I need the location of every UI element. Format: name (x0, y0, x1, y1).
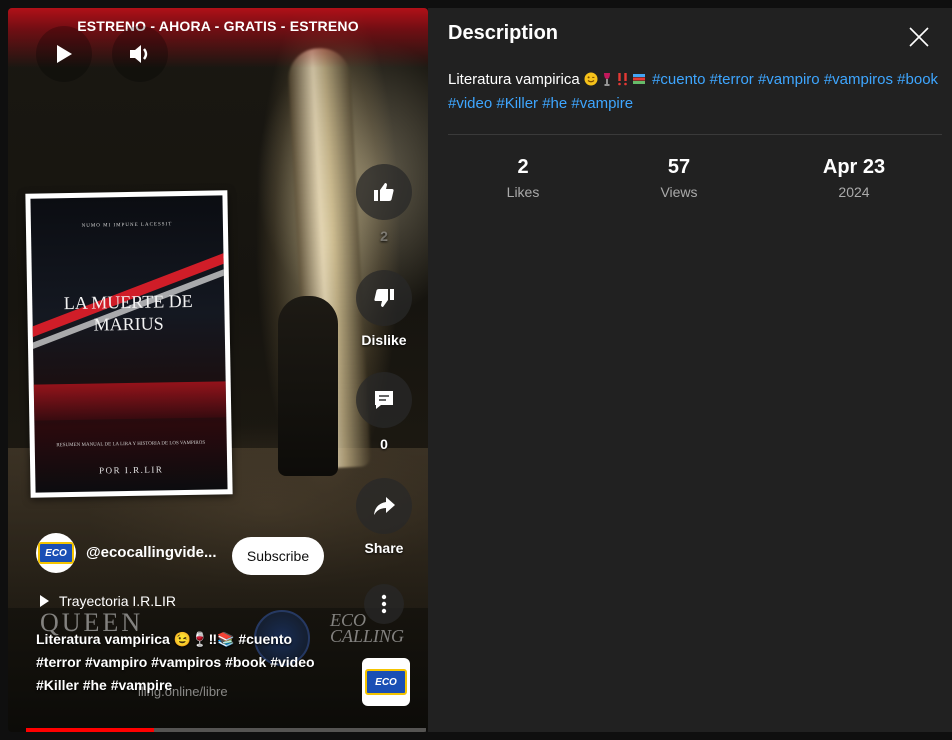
exclamation-emoji-icon (618, 73, 627, 86)
stat-date-label: 2024 (838, 184, 870, 200)
stat-date: Apr 23 2024 (804, 156, 904, 200)
url-overlay: lling.online/libre (138, 684, 228, 699)
playlist-link[interactable]: Trayectoria I.R.LIR (40, 593, 176, 609)
book-subtitle: RESUMEN MANUAL DE LA LIRA Y HISTORIA DE … (56, 440, 206, 449)
avatar-logo-text: ECO (45, 547, 67, 559)
video-player[interactable]: ESTRENO - AHORA - GRATIS - ESTRENO NUMO … (8, 8, 428, 732)
dislike-button[interactable] (356, 270, 412, 326)
play-button[interactable] (36, 26, 92, 82)
description-plain: Literatura vampirica (448, 71, 580, 88)
book-reflection (33, 381, 227, 421)
wine-emoji-icon (603, 73, 610, 86)
eco-logo-icon: ECO (365, 669, 407, 695)
stat-likes-value: 2 (517, 156, 529, 178)
channel-avatar[interactable]: ECO (36, 533, 76, 573)
volume-icon (130, 45, 148, 63)
shorts-page: ESTRENO - AHORA - GRATIS - ESTRENO NUMO … (0, 0, 952, 740)
share-label: Share (364, 540, 404, 556)
like-count: 2 (380, 228, 388, 244)
book-title: LA MUERTE DE MARIUS (63, 290, 193, 335)
description-panel: Description Literatura vampirica #cuento… (428, 8, 952, 732)
comment-count: 0 (380, 436, 388, 452)
close-button[interactable] (904, 22, 934, 52)
volume-button[interactable] (112, 26, 168, 82)
panel-title: Description (448, 22, 559, 44)
progress-fill (26, 728, 154, 732)
comments-button[interactable] (356, 372, 412, 428)
books-emoji-icon (632, 74, 645, 84)
share-icon (374, 497, 395, 515)
channel-name[interactable]: @ecocallingvide... (86, 544, 217, 561)
book-cover: NUMO MI IMPUNE LACESSIT LA MUERTE DE MAR… (25, 190, 233, 498)
progress-bar[interactable] (26, 728, 426, 732)
stat-likes: 2 Likes (488, 156, 558, 200)
thumbs-down-icon (374, 289, 394, 307)
book-author: POR I.R.LIR (98, 464, 164, 476)
eco-logo-icon: ECO (38, 542, 74, 564)
watermark-eco: ECO CALLING (330, 610, 405, 646)
scene-figure (278, 296, 338, 476)
share-button[interactable] (356, 478, 412, 534)
like-button[interactable] (356, 164, 412, 220)
comment-icon (375, 391, 393, 409)
play-icon (57, 45, 72, 63)
book-top-line: NUMO MI IMPUNE LACESSIT (81, 222, 173, 229)
subscribe-button[interactable]: Subscribe (232, 537, 324, 575)
thumb-logo-text: ECO (375, 676, 397, 688)
wink-emoji-icon (584, 72, 598, 86)
stat-views-value: 57 (667, 156, 691, 178)
close-icon (909, 27, 929, 47)
stat-likes-label: Likes (506, 184, 540, 200)
stat-views-label: Views (660, 184, 698, 200)
stat-date-value: Apr 23 (822, 156, 886, 178)
description-text: Literatura vampirica #cuento #terror #va… (448, 68, 944, 116)
thumbs-up-icon (374, 183, 394, 201)
sound-thumbnail[interactable]: ECO (362, 658, 410, 706)
playlist-title: Trayectoria I.R.LIR (59, 593, 176, 609)
divider (448, 134, 942, 135)
dislike-label: Dislike (361, 332, 407, 348)
stat-views: 57 Views (644, 156, 714, 200)
playlist-play-icon (40, 595, 49, 607)
